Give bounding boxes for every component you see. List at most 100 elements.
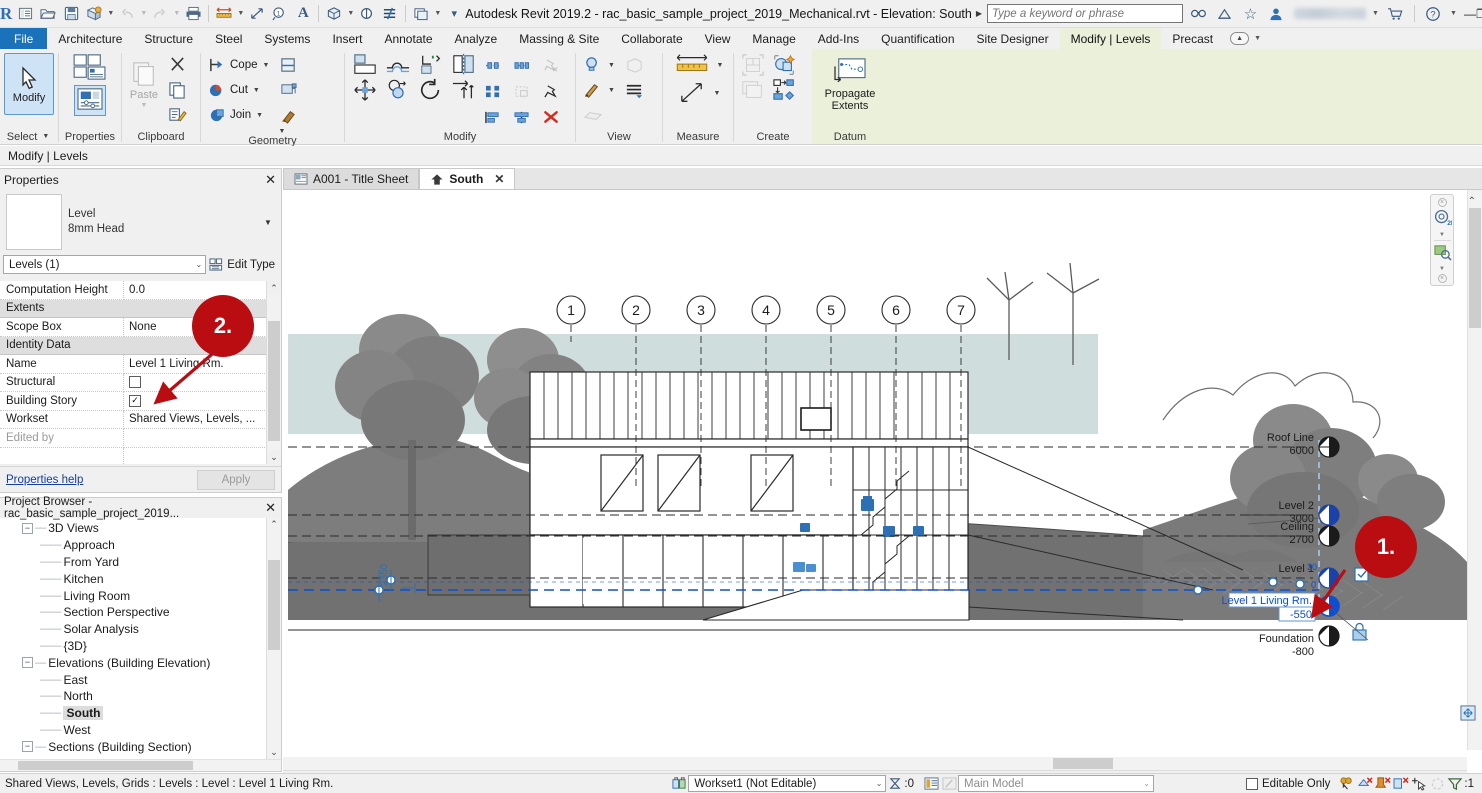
tree-node-west[interactable]: ––––West (0, 722, 266, 739)
ribbon-tab-massing-and-site[interactable]: Massing & Site (508, 28, 610, 49)
document-tab-close-icon[interactable]: ✕ (494, 172, 504, 186)
zoom-dropdown-icon[interactable]: ▼ (1439, 266, 1445, 272)
canvas-hscroll-thumb[interactable] (1053, 758, 1113, 769)
tree-node-elevations[interactable]: −–– Elevations (Building Elevation) (0, 654, 266, 671)
help-dropdown-icon[interactable]: ▼ (1449, 10, 1458, 17)
filter-icon[interactable] (1446, 775, 1464, 792)
user-account-icon[interactable] (1266, 4, 1287, 24)
properties-scroll-down-icon[interactable]: ⌄ (267, 450, 281, 464)
match-type-properties-button[interactable] (165, 103, 190, 127)
instance-selector[interactable]: Levels (1) ⌄ (3, 255, 206, 274)
save-as-icon[interactable] (83, 3, 105, 25)
tree-node-approach[interactable]: ––––Approach (0, 537, 266, 554)
ungroup-button[interactable] (510, 79, 534, 103)
ribbon-tab-manage[interactable]: Manage (741, 28, 806, 49)
browser-hscroll-thumb[interactable] (18, 761, 193, 770)
mirror-pick-axis-button[interactable] (415, 53, 447, 77)
ribbon-tab-steel[interactable]: Steel (204, 28, 253, 49)
type-properties-icon[interactable] (72, 53, 108, 84)
properties-scroll-thumb[interactable] (268, 321, 280, 441)
property-row-structural[interactable]: Structural (0, 374, 281, 393)
ribbon-tab-site-designer[interactable]: Site Designer (966, 28, 1060, 49)
restore-button[interactable]: ❐ (1476, 1, 1482, 27)
minimize-button[interactable]: — (1464, 1, 1476, 27)
ribbon-tab-add-ins[interactable]: Add-Ins (807, 28, 870, 49)
document-tab-south[interactable]: South ✕ (419, 168, 515, 189)
navbar-collapse-icon[interactable]: ⌃ (1468, 196, 1476, 207)
split-face-button[interactable] (276, 53, 301, 77)
structural-checkbox[interactable] (129, 376, 141, 388)
exclude-options-icon[interactable] (940, 775, 958, 792)
tree-node-3d-default[interactable]: ––––{3D} (0, 638, 266, 655)
pin-button[interactable] (539, 79, 563, 103)
show-hidden-lines-button[interactable] (580, 103, 620, 127)
align-center-button[interactable] (510, 105, 534, 129)
select-by-face-icon[interactable] (1410, 775, 1428, 792)
measure-icon[interactable] (213, 3, 235, 25)
tree-node-east[interactable]: ––––East (0, 671, 266, 688)
ribbon-tab-insert[interactable]: Insert (321, 28, 373, 49)
create-similar-button[interactable] (738, 78, 768, 102)
create-part-button[interactable] (769, 53, 801, 77)
navbar-bottom-handle-icon[interactable]: × (1438, 274, 1447, 283)
demolish-button[interactable] (276, 103, 301, 127)
paste-dropdown-icon[interactable]: ▼ (139, 102, 150, 109)
tree-node-section-perspective[interactable]: ––––Section Perspective (0, 604, 266, 621)
type-selector-dropdown-icon[interactable]: ▼ (261, 194, 275, 250)
revit-logo-icon[interactable]: R (0, 4, 12, 24)
tree-node-sections[interactable]: −–– Sections (Building Section) (0, 738, 266, 755)
section-icon[interactable] (356, 3, 378, 25)
text-icon[interactable]: A (292, 3, 314, 25)
apply-button[interactable]: Apply (197, 470, 275, 490)
subscription-icon[interactable] (1214, 4, 1235, 24)
tag-by-category-icon[interactable]: 1 (269, 3, 291, 25)
browser-scroll-down-icon[interactable]: ⌄ (267, 746, 281, 759)
exclude-pinned-icon[interactable] (1374, 775, 1392, 792)
trim-extend-button[interactable] (448, 78, 480, 102)
propagate-extents-button[interactable]: Propagate Extents (816, 53, 884, 117)
copy-button[interactable] (382, 78, 414, 102)
exclude-links-icon[interactable] (1356, 775, 1374, 792)
cart-icon[interactable] (1385, 4, 1406, 24)
tree-node-north[interactable]: ––––North (0, 688, 266, 705)
property-value[interactable]: Shared Views, Levels, ... (124, 411, 281, 430)
ribbon-tab-architecture[interactable]: Architecture (47, 28, 133, 49)
undo-icon[interactable] (116, 3, 138, 25)
property-row-workset[interactable]: Workset Shared Views, Levels, ... (0, 411, 281, 430)
ribbon-minimize-dropdown-icon[interactable]: ▼ (1253, 35, 1262, 42)
copy-to-clipboard-button[interactable] (165, 78, 190, 102)
building-story-checkbox[interactable]: ✓ (129, 395, 141, 407)
reset-target-icon[interactable] (1460, 705, 1476, 724)
tree-collapse-icon[interactable]: − (22, 741, 33, 752)
create-group-button[interactable] (738, 53, 768, 77)
ribbon-tab-systems[interactable]: Systems (253, 28, 321, 49)
properties-palette-toggle-icon[interactable] (74, 85, 106, 116)
render-in-cloud-button[interactable] (621, 53, 647, 77)
cope-button[interactable]: Cope ▼ (205, 53, 274, 77)
steering-wheel-2d-icon[interactable]: 2D (1433, 209, 1452, 230)
redo-dropdown-icon[interactable]: ▼ (172, 10, 181, 17)
canvas-horizontal-scrollbar[interactable] (283, 757, 1467, 770)
align-left-button[interactable] (481, 105, 505, 129)
design-options-icon[interactable] (922, 775, 940, 792)
project-browser-scrollbar[interactable]: ⌃ ⌄ (266, 518, 281, 759)
property-value[interactable]: ✓ (124, 392, 281, 411)
mirror-draw-axis-button[interactable] (448, 53, 480, 77)
switch-windows-icon[interactable]: ▾ (443, 3, 465, 25)
view-dropdown-icon[interactable]: ▼ (346, 10, 355, 17)
override-graphics-button[interactable] (621, 78, 647, 102)
tree-node-kitchen[interactable]: ––––Kitchen (0, 570, 266, 587)
ribbon-tab-view[interactable]: View (694, 28, 742, 49)
workset-select[interactable]: Workset1 (Not Editable) ⌄ (688, 775, 886, 792)
tree-node-3d-views[interactable]: −–– 3D Views (0, 520, 266, 537)
dimension-dropdown-icon[interactable]: ▼ (712, 90, 723, 97)
drawing-canvas[interactable]: 123 4567 (283, 190, 1467, 750)
ribbon-tab-collaborate[interactable]: Collaborate (610, 28, 693, 49)
ribbon-tab-quantification[interactable]: Quantification (870, 28, 965, 49)
canvas-vscroll-thumb[interactable] (1469, 208, 1481, 328)
workset-caret-icon[interactable]: ⌄ (876, 779, 883, 788)
close-hidden-windows-icon[interactable] (410, 3, 432, 25)
save-icon[interactable] (60, 3, 82, 25)
temporary-hide-isolate-button[interactable]: ▼ (580, 53, 620, 77)
select-panel-dropdown-icon[interactable]: ▼ (40, 133, 51, 140)
